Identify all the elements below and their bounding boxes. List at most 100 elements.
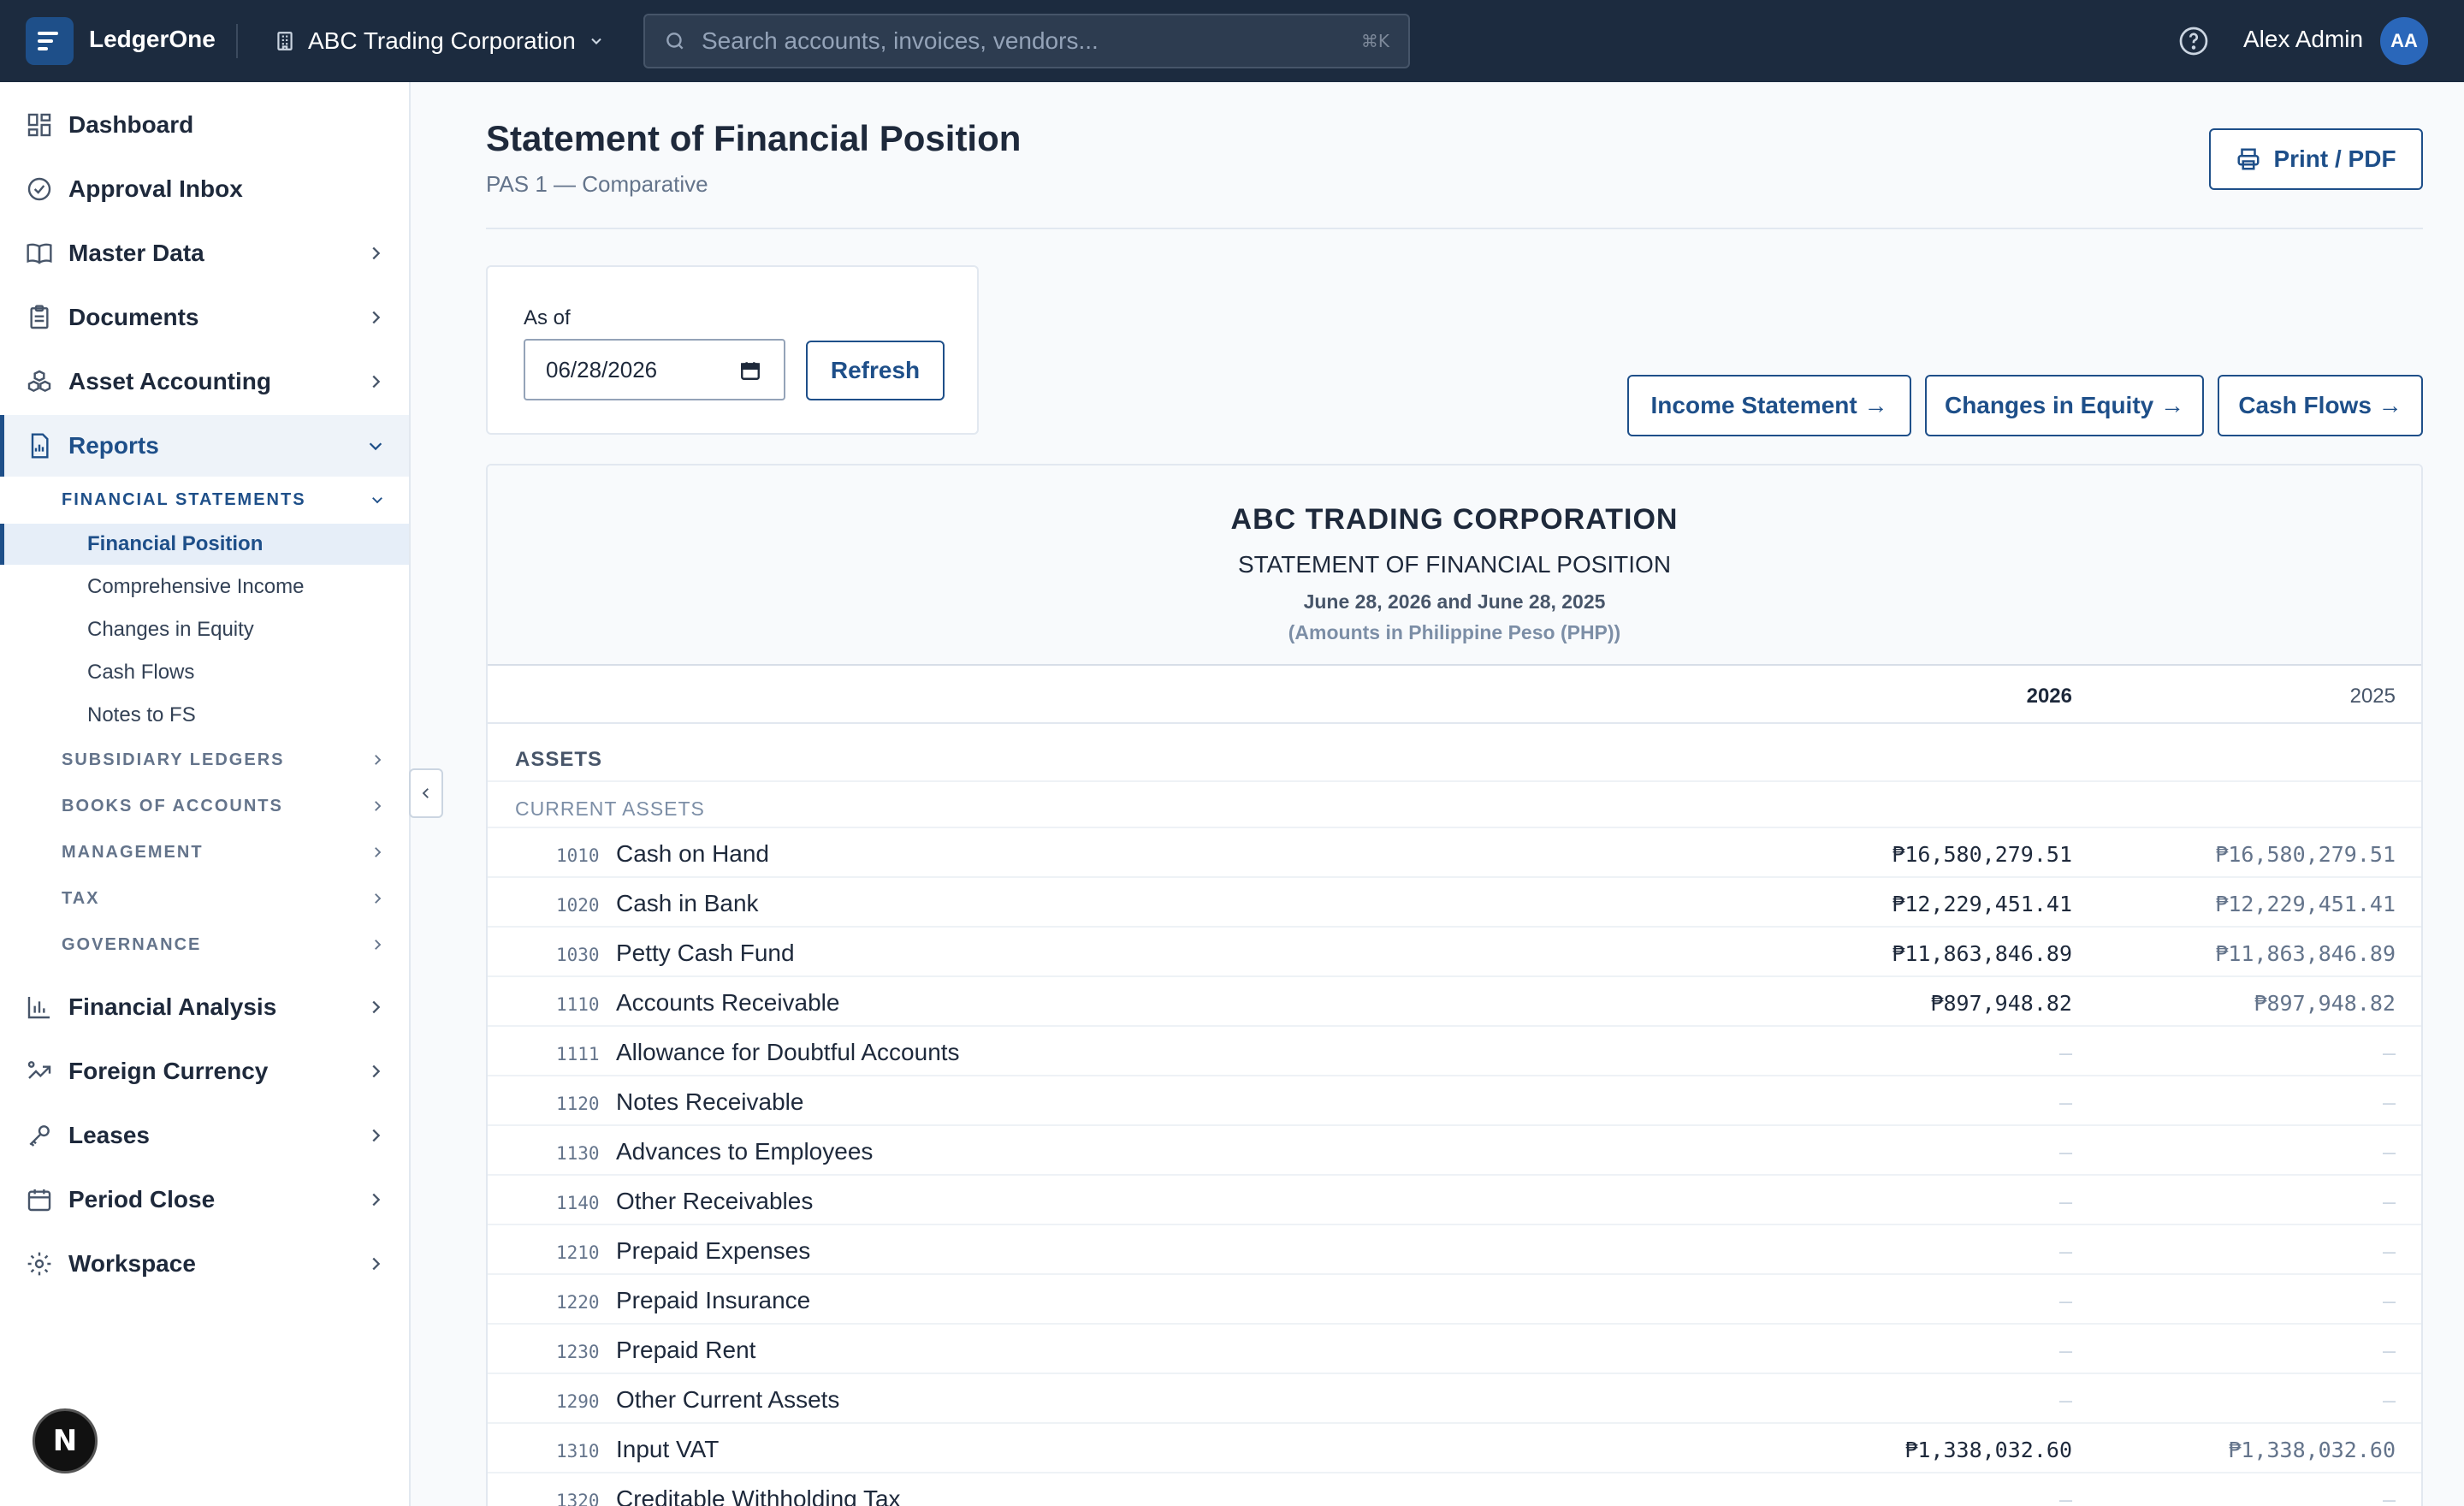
table-row[interactable]: 1220 Prepaid Insurance – – <box>488 1275 2421 1325</box>
account-code: 1320 <box>556 1491 600 1506</box>
amount-2026: – <box>2058 1487 2072 1506</box>
calendar-icon[interactable] <box>739 359 761 382</box>
company-name: ABC Trading Corporation <box>308 27 576 54</box>
table-row[interactable]: 1230 Prepaid Rent – – <box>488 1325 2421 1374</box>
table-row[interactable]: 1030 Petty Cash Fund ₱11,863,846.89 ₱11,863… <box>488 928 2421 977</box>
table-row[interactable]: 1210 Prepaid Expenses – – <box>488 1225 2421 1275</box>
section-assets: ASSETS <box>515 748 603 771</box>
sidebar-group-subsidiary-ledgers[interactable]: SUBSIDIARY LEDGERS <box>0 738 409 782</box>
table-row[interactable]: 1111 Allowance for Doubtful Accounts – – <box>488 1027 2421 1076</box>
sidebar-group-books-of-accounts[interactable]: BOOKS OF ACCOUNTS <box>0 784 409 828</box>
sidebar-item-reports[interactable]: Reports <box>0 415 409 477</box>
sidebar-item-asset-accounting[interactable]: Asset Accounting <box>0 351 409 412</box>
book-icon <box>27 243 52 264</box>
user-name[interactable]: Alex Admin <box>2243 26 2363 53</box>
account-name: Notes Receivable <box>616 1088 804 1115</box>
sidebar-item-documents[interactable]: Documents <box>0 287 409 348</box>
sidebar-item-period-close[interactable]: Period Close <box>0 1169 409 1230</box>
account-name: Prepaid Expenses <box>616 1237 811 1264</box>
account-code: 1030 <box>556 945 600 965</box>
account-name: Prepaid Rent <box>616 1337 756 1363</box>
table-row[interactable]: 1320 Creditable Withholding Tax – – <box>488 1473 2421 1506</box>
header-divider <box>486 228 2423 229</box>
sidebar-group-financial-statements[interactable]: FINANCIAL STATEMENTS <box>0 477 409 522</box>
report-column-header: 2026 2025 <box>488 667 2421 724</box>
chevron-right-icon <box>372 1257 381 1271</box>
account-name: Petty Cash Fund <box>616 940 795 966</box>
sidebar-item-comprehensive-income[interactable]: Comprehensive Income <box>0 566 409 608</box>
chevron-right-icon <box>372 246 381 260</box>
sidebar-collapse-button[interactable] <box>409 768 443 818</box>
sidebar-item-approval-inbox[interactable]: Approval Inbox <box>0 158 409 220</box>
table-row[interactable]: 1110 Accounts Receivable ₱897,948.82 ₱897,9… <box>488 977 2421 1027</box>
refresh-button[interactable]: Refresh <box>806 341 945 400</box>
table-row[interactable]: 1130 Advances to Employees – – <box>488 1126 2421 1176</box>
report-dates: June 28, 2026 and June 28, 2025 <box>1303 590 1606 613</box>
help-icon[interactable] <box>2178 26 2209 56</box>
table-row[interactable]: 1020 Cash in Bank ₱12,229,451.41 ₱12,229,45… <box>488 878 2421 928</box>
as-of-date-input[interactable]: 06/28/2026 <box>524 339 785 400</box>
report-header: ABC TRADING CORPORATION STATEMENT OF FIN… <box>488 465 2421 666</box>
amount-2025: – <box>2382 1487 2396 1506</box>
amount-2026: ₱897,948.82 <box>1930 991 2072 1016</box>
amount-2025: – <box>2382 1189 2396 1214</box>
sidebar-item-dashboard[interactable]: Dashboard <box>0 94 409 156</box>
amount-2026: – <box>2058 1388 2072 1413</box>
sidebar-group-tax[interactable]: TAX <box>0 876 409 921</box>
sidebar-item-notes-to-fs[interactable]: Notes to FS <box>0 695 409 736</box>
avatar[interactable]: AA <box>2380 17 2428 65</box>
amount-2025: ₱12,229,451.41 <box>2215 892 2396 916</box>
chevron-right-icon <box>372 311 381 324</box>
account-name: Advances to Employees <box>616 1138 874 1165</box>
sidebar-item-cash-flows[interactable]: Cash Flows <box>0 652 409 693</box>
account-code: 1020 <box>556 895 600 916</box>
amount-2025: – <box>2382 1140 2396 1165</box>
dev-badge[interactable]: N <box>33 1408 98 1473</box>
table-row[interactable]: 1140 Other Receivables – – <box>488 1176 2421 1225</box>
table-row[interactable]: 1120 Notes Receivable – – <box>488 1076 2421 1126</box>
amount-2025: – <box>2382 1388 2396 1413</box>
app-brand[interactable]: LedgerOne <box>89 26 216 53</box>
key-icon <box>29 1125 50 1147</box>
amount-2026: – <box>2058 1289 2072 1313</box>
sidebar-item-changes-in-equity[interactable]: Changes in Equity <box>0 609 409 650</box>
report-file-icon <box>31 433 49 459</box>
sidebar-group-management[interactable]: MANAGEMENT <box>0 830 409 875</box>
search-input[interactable] <box>702 27 1361 55</box>
chevron-right-icon <box>372 1193 381 1207</box>
sidebar-item-master-data[interactable]: Master Data <box>0 222 409 284</box>
amount-2025: ₱16,580,279.51 <box>2215 842 2396 867</box>
amount-2026: ₱16,580,279.51 <box>1892 842 2072 867</box>
income-statement-link-button[interactable]: Income Statement → <box>1627 375 1911 436</box>
chevron-right-icon <box>375 801 382 811</box>
account-name: Cash in Bank <box>616 890 759 916</box>
amount-2026: ₱1,338,032.60 <box>1904 1438 2072 1462</box>
as-of-filter-card: As of 06/28/2026 Refresh <box>486 265 979 435</box>
company-selector[interactable]: ABC Trading Corporation <box>274 21 605 62</box>
amount-2025: ₱897,948.82 <box>2254 991 2396 1016</box>
account-code: 1230 <box>556 1342 600 1362</box>
table-row[interactable]: 1010 Cash on Hand ₱16,580,279.51 ₱16,580,27… <box>488 828 2421 878</box>
table-row[interactable]: 1290 Other Current Assets – – <box>488 1374 2421 1424</box>
building-icon <box>277 32 293 50</box>
sidebar-item-foreign-currency[interactable]: Foreign Currency <box>0 1041 409 1102</box>
dashboard-icon <box>27 113 51 137</box>
sidebar-group-governance[interactable]: GOVERNANCE <box>0 922 409 967</box>
sidebar-item-leases[interactable]: Leases <box>0 1105 409 1166</box>
print-pdf-button[interactable]: Print / PDF <box>2209 128 2423 190</box>
changes-in-equity-link-button[interactable]: Changes in Equity → <box>1925 375 2204 436</box>
amount-2026: ₱12,229,451.41 <box>1892 892 2072 916</box>
sidebar-item-financial-analysis[interactable]: Financial Analysis <box>0 976 409 1038</box>
chevron-right-icon <box>372 375 381 388</box>
account-name: Input VAT <box>616 1436 720 1462</box>
page-subtitle: PAS 1 — Comparative <box>486 171 708 197</box>
account-name: Allowance for Doubtful Accounts <box>616 1039 960 1065</box>
global-search[interactable]: ⌘K <box>643 14 1410 68</box>
sidebar-item-financial-position[interactable]: Financial Position <box>0 524 409 565</box>
sidebar-item-workspace[interactable]: Workspace <box>0 1233 409 1295</box>
cash-flows-link-button[interactable]: Cash Flows → <box>2218 375 2423 436</box>
table-row[interactable]: 1310 Input VAT ₱1,338,032.60 ₱1,338,032.60 <box>488 1424 2421 1473</box>
app-logo-icon[interactable] <box>26 17 74 65</box>
chevron-right-icon <box>372 1064 381 1078</box>
trend-icon <box>27 1061 51 1079</box>
